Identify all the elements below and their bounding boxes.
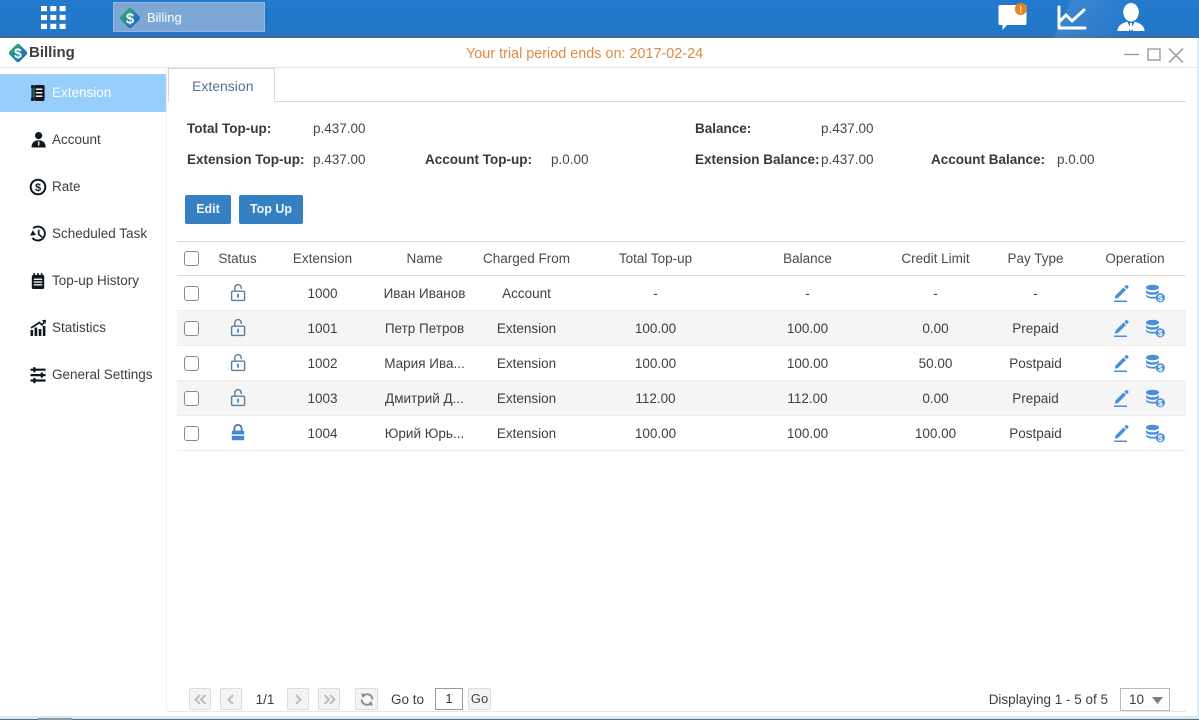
svg-text:$: $: [1158, 398, 1163, 408]
svg-text:$: $: [1158, 293, 1163, 303]
svg-text:!: !: [1019, 5, 1022, 15]
svg-text:$: $: [1158, 433, 1163, 443]
svg-text:$: $: [126, 11, 135, 28]
svg-text:$: $: [35, 182, 41, 194]
svg-text:$: $: [1158, 328, 1163, 338]
svg-text:$: $: [14, 46, 22, 61]
svg-text:$: $: [1158, 363, 1163, 373]
